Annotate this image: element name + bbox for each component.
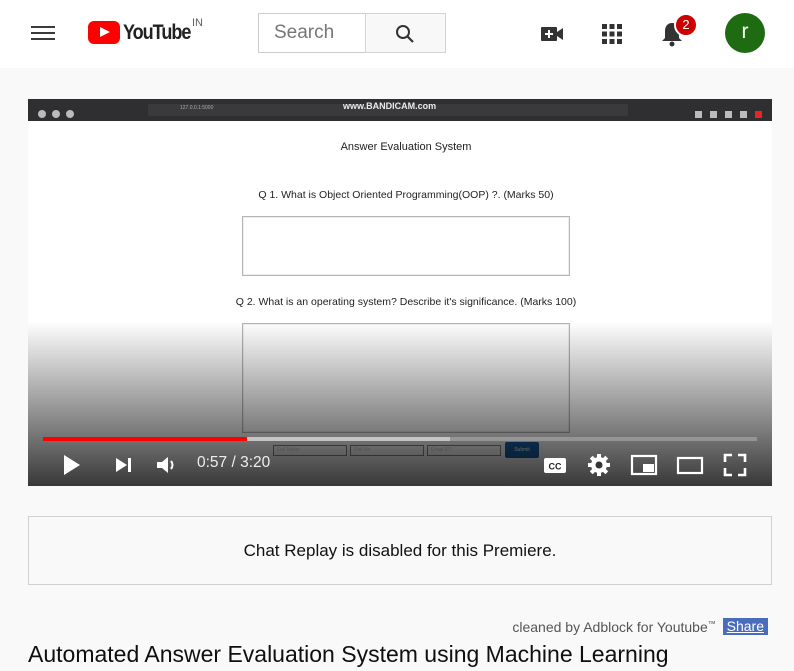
answer-2-textarea: [242, 323, 570, 433]
settings-button[interactable]: [586, 451, 612, 479]
roll-no-field: Roll No: [350, 445, 424, 456]
theater-mode-button[interactable]: [676, 451, 704, 479]
play-button[interactable]: [60, 451, 84, 479]
miniplayer-button[interactable]: [630, 451, 658, 479]
time-display: 0:57 / 3:20: [197, 454, 271, 471]
search-icon: [396, 25, 414, 43]
adblock-trademark: ™: [707, 619, 716, 629]
browser-nav-icons: [38, 105, 98, 118]
miniplayer-icon: [630, 454, 658, 476]
youtube-play-logo-icon: [88, 21, 120, 44]
next-button[interactable]: [112, 451, 136, 479]
svg-text:CC: CC: [549, 462, 562, 472]
question-1-text: Q 1. What is Object Oriented Programming…: [258, 189, 554, 201]
browser-url-text: 127.0.0.1:5000: [180, 105, 214, 111]
theater-mode-icon: [676, 456, 704, 475]
question-2-text: Q 2. What is an operating system? Descri…: [235, 296, 577, 308]
fullscreen-icon: [723, 453, 747, 477]
browser-extension-icons: [687, 105, 762, 123]
next-icon: [116, 458, 131, 472]
fullscreen-button[interactable]: [722, 451, 748, 479]
notification-count-badge: 2: [674, 13, 698, 37]
captions-button[interactable]: CC: [542, 451, 568, 479]
chat-replay-panel: Chat Replay is disabled for this Premier…: [28, 516, 772, 585]
full-name-field: Full Name: [273, 445, 347, 456]
chat-replay-message: Chat Replay is disabled for this Premier…: [243, 541, 557, 560]
play-icon: [64, 455, 80, 475]
search-box: [258, 13, 366, 53]
logo-text: YouTube: [123, 21, 191, 44]
adblock-notice: cleaned by Adblock for Youtube™ Share: [512, 618, 768, 635]
create-video-icon[interactable]: [536, 18, 568, 50]
search-input[interactable]: [259, 14, 366, 52]
menu-icon[interactable]: [28, 20, 58, 46]
recorded-browser-toolbar: 127.0.0.1:5000 www.BANDICAM.com: [28, 99, 772, 121]
video-title: Automated Answer Evaluation System using…: [28, 641, 669, 667]
video-player[interactable]: 127.0.0.1:5000 www.BANDICAM.com Answer E…: [28, 99, 772, 486]
avatar[interactable]: r: [725, 13, 765, 53]
logo-region-code: IN: [192, 17, 203, 29]
progress-bar[interactable]: [43, 437, 757, 441]
search-button[interactable]: [365, 13, 446, 53]
apps-grid-icon[interactable]: [596, 18, 628, 50]
captions-icon: CC: [544, 458, 566, 473]
settings-gear-icon: [588, 454, 610, 476]
bandicam-watermark: www.BANDICAM.com: [343, 101, 437, 111]
masthead: YouTube IN 2 r: [0, 0, 794, 68]
youtube-logo[interactable]: YouTube IN: [88, 17, 203, 47]
volume-button[interactable]: [154, 451, 180, 479]
adblock-text: cleaned by Adblock for Youtube: [512, 619, 708, 635]
email-field: Email ID*: [427, 445, 501, 456]
recorded-submit-button: Submit: [505, 442, 539, 458]
recorded-page-title: Answer Evaluation System: [340, 141, 472, 153]
share-button[interactable]: Share: [722, 618, 768, 635]
answer-1-textarea: [242, 216, 570, 276]
volume-icon: [157, 457, 174, 473]
progress-played: [43, 437, 247, 441]
